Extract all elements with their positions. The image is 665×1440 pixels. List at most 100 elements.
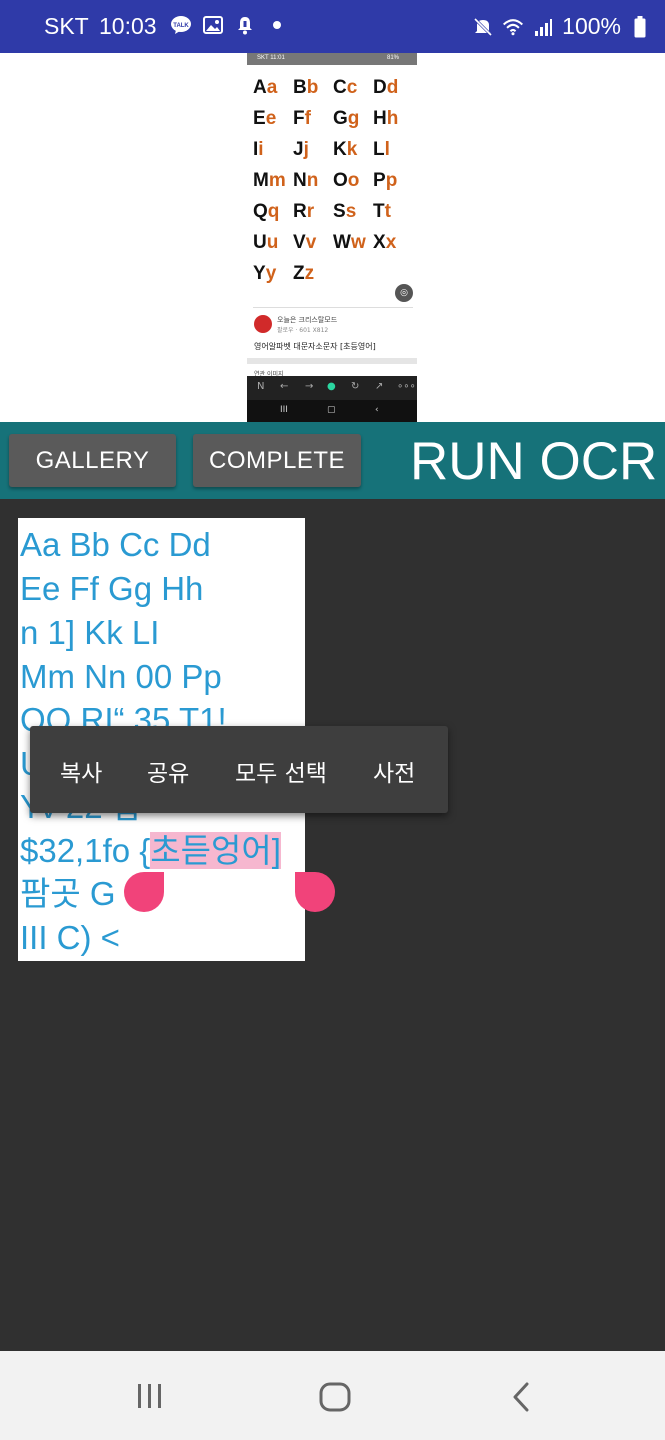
forward-arrow-icon: → <box>305 381 314 392</box>
mute-icon <box>472 16 494 38</box>
carrier-label: SKT <box>44 13 89 39</box>
home-dot-icon: ● <box>327 381 336 392</box>
lowercase-letter: i <box>258 139 264 160</box>
alphabet-pair: Ss <box>333 201 373 223</box>
uppercase-letter: R <box>293 201 307 222</box>
uppercase-letter: M <box>253 170 269 191</box>
alphabet-pair: Ww <box>333 232 373 254</box>
alphabet-pair: Hh <box>373 108 413 130</box>
channel-name: 오늘은 크리스탈모드 <box>277 316 338 324</box>
uppercase-letter: E <box>253 108 266 129</box>
wifi-icon <box>502 16 524 38</box>
lowercase-letter: w <box>350 232 366 253</box>
uppercase-letter: J <box>293 139 304 160</box>
alphabet-pair: Bb <box>293 77 333 99</box>
ocr-line[interactable]: Ee Ff Gg Hh <box>20 569 203 609</box>
ocr-line[interactable]: Aa Bb Cc Dd <box>20 525 211 565</box>
uppercase-letter: Y <box>253 263 266 284</box>
divider <box>247 358 417 364</box>
copy-menu-item[interactable]: 복사 <box>60 754 102 788</box>
uppercase-letter: U <box>253 232 267 253</box>
lowercase-letter: a <box>266 77 278 98</box>
alphabet-pair: Dd <box>373 77 413 99</box>
ocr-line[interactable]: n 1] Kk LI <box>20 613 159 653</box>
channel-logo <box>254 315 272 333</box>
lowercase-letter: j <box>303 139 309 160</box>
back-icon[interactable] <box>508 1381 534 1417</box>
uppercase-letter: D <box>373 77 387 98</box>
uppercase-letter: X <box>373 232 386 253</box>
uppercase-letter: Z <box>293 263 305 284</box>
refresh-icon: ↻ <box>351 381 360 392</box>
uppercase-letter: G <box>333 108 348 129</box>
selection-handle-end[interactable] <box>295 872 335 912</box>
thumb-carrier: SKT 11:01 <box>257 55 285 61</box>
preview-thumbnail: SKT 11:01 81% Aa Bb Cc Dd Ee Ff Gg Hh Ii Jj Kk Ll Mm… <box>247 53 417 422</box>
uppercase-letter: O <box>333 170 348 191</box>
alphabet-pair: Ii <box>253 139 293 161</box>
lowercase-letter: p <box>385 170 398 191</box>
ocr-line[interactable]: $32,1fo {초듣엉어] <box>20 831 281 871</box>
lowercase-letter: z <box>304 263 315 284</box>
recents-icon[interactable] <box>135 1381 165 1415</box>
alphabet-pair: Kk <box>333 139 373 161</box>
lowercase-letter: c <box>346 77 358 98</box>
uppercase-letter: T <box>373 201 385 222</box>
uppercase-letter: B <box>293 77 307 98</box>
share-icon: ↗ <box>375 381 384 392</box>
action-toolbar: GALLERY COMPLETE RUN OCR <box>0 422 665 499</box>
alphabet-pair: Uu <box>253 232 293 254</box>
thumb-back-icon: ‹ <box>375 405 379 415</box>
uppercase-letter: L <box>373 139 385 160</box>
alphabet-pair: Nn <box>293 170 333 192</box>
home-icon[interactable] <box>318 1381 352 1417</box>
uppercase-letter: C <box>333 77 347 98</box>
clock: 10:03 <box>99 13 157 39</box>
alphabet-pair: Cc <box>333 77 373 99</box>
alphabet-pair: Zz <box>293 263 333 285</box>
uppercase-letter: N <box>293 170 307 191</box>
run-ocr-title[interactable]: RUN OCR <box>410 432 657 492</box>
n-icon: N <box>257 381 265 392</box>
alphabet-pair: Yy <box>253 263 293 285</box>
text-selection-menu: 복사 공유 모두 선택 사전 <box>30 726 448 813</box>
back-arrow-icon: ← <box>280 381 289 392</box>
alphabet-pair: Ee <box>253 108 293 130</box>
uppercase-letter: Q <box>253 201 268 222</box>
select-all-menu-item[interactable]: 모두 선택 <box>235 754 327 788</box>
alphabet-pair: Rr <box>293 201 333 223</box>
selection-handle-start[interactable] <box>124 872 164 912</box>
lowercase-letter: b <box>306 77 319 98</box>
signal-icon <box>532 16 554 38</box>
uppercase-letter: W <box>333 232 351 253</box>
browser-toolbar: N ← → ● ↻ ↗ ∘∘∘ <box>247 376 417 400</box>
lowercase-letter: m <box>268 170 286 191</box>
image-preview: SKT 11:01 81% Aa Bb Cc Dd Ee Ff Gg Hh Ii Jj Kk Ll Mm… <box>0 53 665 422</box>
ocr-line[interactable]: Mm Nn 00 Pp <box>20 657 222 697</box>
selected-text[interactable]: 초듣엉어] <box>150 832 281 869</box>
lens-icon: ◎ <box>395 284 413 302</box>
uppercase-letter: F <box>293 108 305 129</box>
alphabet-pair: Jj <box>293 139 333 161</box>
share-menu-item[interactable]: 공유 <box>147 754 189 788</box>
thumb-nav-bar: III ▢ ‹ <box>247 400 417 422</box>
lowercase-letter: k <box>346 139 358 160</box>
uppercase-letter: A <box>253 77 267 98</box>
lowercase-letter: r <box>306 201 315 222</box>
lowercase-letter: u <box>266 232 279 253</box>
divider <box>253 307 413 308</box>
dictionary-menu-item[interactable]: 사전 <box>373 754 415 788</box>
ocr-line[interactable]: 팜곳 G <box>20 874 116 914</box>
image-caption: 영어알파벳 대문자소문자 [초등영어] <box>254 342 376 351</box>
lowercase-letter: h <box>386 108 399 129</box>
uppercase-letter: H <box>373 108 387 129</box>
complete-button[interactable]: COMPLETE <box>193 434 361 487</box>
lowercase-letter: t <box>384 201 391 222</box>
uppercase-letter: K <box>333 139 347 160</box>
thumb-home-icon: ▢ <box>327 405 336 415</box>
gallery-button[interactable]: GALLERY <box>9 434 176 487</box>
ocr-line[interactable]: III C) < <box>20 918 120 958</box>
notification-icon <box>234 14 256 36</box>
alphabet-pair: Ll <box>373 139 413 161</box>
ocr-line-text[interactable]: $32,1fo { <box>20 832 150 869</box>
